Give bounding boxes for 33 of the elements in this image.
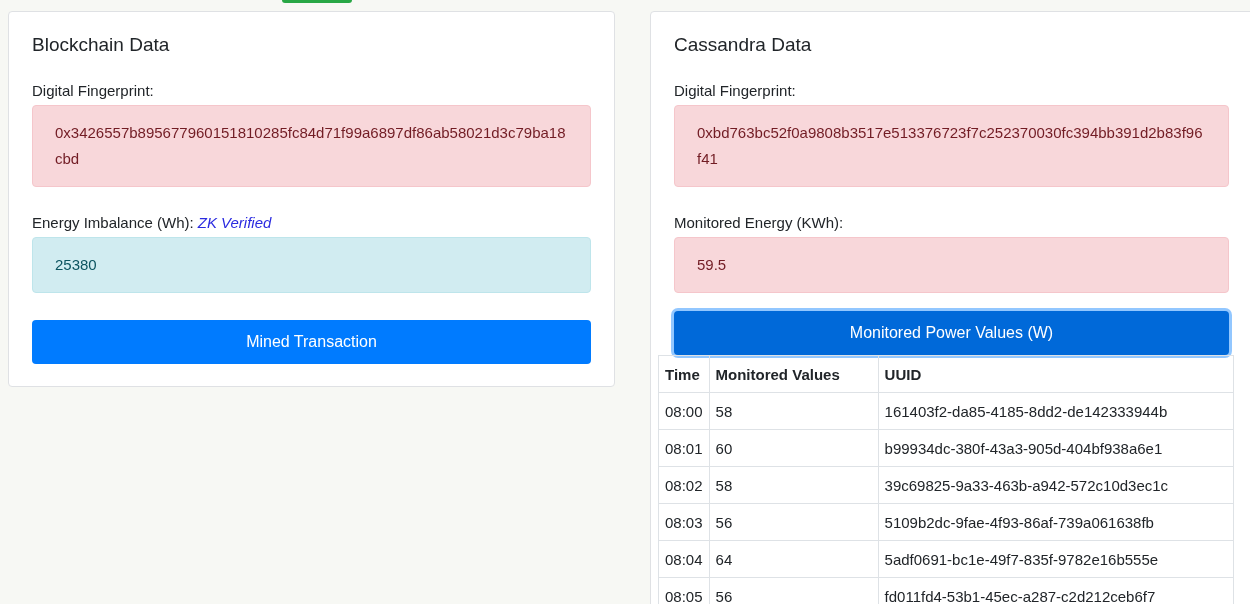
- table-cell: 39c69825-9a33-463b-a942-572c10d3ec1c: [878, 466, 1234, 504]
- status-strip: [282, 0, 352, 3]
- table-cell: 08:04: [658, 540, 710, 578]
- column-header: UUID: [878, 355, 1234, 393]
- table-cell: 64: [709, 540, 879, 578]
- value-box: 59.5: [674, 237, 1229, 293]
- column-header: Time: [658, 355, 710, 393]
- table-cell: 08:03: [658, 503, 710, 541]
- table-cell: 08:02: [658, 466, 710, 504]
- table-cell: 08:01: [658, 429, 710, 467]
- table-cell: 58: [709, 392, 879, 430]
- field-label: Energy Imbalance (Wh):: [32, 214, 194, 231]
- panel-title: Blockchain Data: [32, 34, 171, 56]
- table-cell: 60: [709, 429, 879, 467]
- value-box: 25380: [32, 237, 591, 293]
- table-cell: 5adf0691-bc1e-49f7-835f-9782e16b555e: [878, 540, 1234, 578]
- table-cell: 161403f2-da85-4185-8dd2-de142333944b: [878, 392, 1234, 430]
- field-label: Digital Fingerprint:: [674, 82, 796, 99]
- table-cell: b99934dc-380f-43a3-905d-404bf938a6e1: [878, 429, 1234, 467]
- table-cell: 08:00: [658, 392, 710, 430]
- panel-title: Cassandra Data: [674, 34, 813, 56]
- column-header: Monitored Values: [709, 355, 879, 393]
- action-button[interactable]: Monitored Power Values (W): [674, 311, 1229, 355]
- verified-note: ZK Verified: [197, 214, 272, 231]
- value-box: 0xbd763bc52f0a9808b3517e513376723f7c252370030fc394bb391d2b83f96f41: [674, 105, 1229, 187]
- value-box: 0x3426557b895677960151810285fc84d71f99a6897df86ab58021d3c79ba18cbd: [32, 105, 591, 187]
- table-cell: 5109b2dc-9fae-4f93-86af-739a061638fb: [878, 503, 1234, 541]
- field-label: Digital Fingerprint:: [32, 82, 154, 99]
- table-cell: 56: [709, 503, 879, 541]
- action-button[interactable]: Mined Transaction: [32, 320, 591, 364]
- table-cell: 08:05: [658, 577, 710, 604]
- table-cell: 58: [709, 466, 879, 504]
- field-label: Monitored Energy (KWh):: [674, 214, 844, 231]
